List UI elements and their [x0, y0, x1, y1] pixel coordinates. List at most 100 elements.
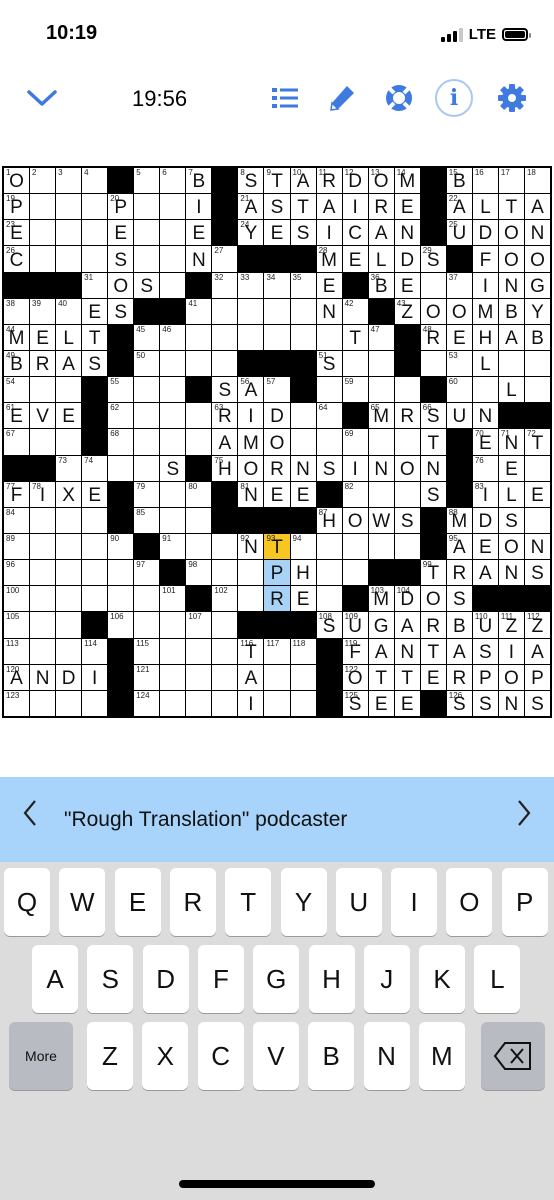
grid-cell[interactable]: 69 — [342, 429, 368, 455]
grid-cell[interactable]: S — [108, 298, 134, 324]
pencil-button[interactable] — [322, 78, 362, 118]
grid-cell[interactable] — [30, 586, 56, 612]
grid-cell[interactable] — [160, 612, 186, 638]
grid-cell[interactable]: S — [394, 507, 420, 533]
grid-cell[interactable] — [108, 455, 134, 481]
grid-cell[interactable] — [186, 350, 212, 377]
grid-cell[interactable]: S — [446, 586, 472, 612]
grid-cell[interactable]: 113 — [4, 638, 30, 664]
grid-cell[interactable]: 62 — [108, 403, 134, 429]
grid-cell[interactable] — [524, 377, 550, 403]
grid-cell[interactable]: R — [30, 350, 56, 377]
grid-cell[interactable] — [160, 272, 186, 298]
key-k[interactable]: K — [419, 945, 466, 1013]
grid-cell[interactable] — [342, 350, 368, 377]
grid-cell[interactable] — [290, 324, 316, 350]
grid-cell[interactable]: S — [472, 690, 498, 716]
grid-cell[interactable] — [82, 690, 108, 716]
grid-cell[interactable]: D — [472, 220, 498, 246]
grid-cell[interactable] — [56, 612, 82, 638]
grid-cell[interactable]: 79 — [134, 481, 160, 507]
grid-cell[interactable]: O — [342, 507, 368, 533]
grid-cell[interactable] — [82, 533, 108, 560]
grid-cell[interactable] — [56, 560, 82, 586]
grid-cell[interactable]: 45 — [134, 324, 160, 350]
key-i[interactable]: I — [391, 868, 438, 936]
grid-cell[interactable]: 64 — [316, 403, 342, 429]
grid-cell[interactable] — [212, 560, 238, 586]
grid-cell[interactable]: H — [290, 560, 316, 586]
grid-cell[interactable] — [30, 246, 56, 272]
grid-cell[interactable] — [238, 560, 264, 586]
grid-cell[interactable]: O — [420, 586, 446, 612]
grid-cell[interactable] — [160, 429, 186, 455]
grid-cell[interactable]: 75 H — [212, 455, 238, 481]
backspace-key[interactable] — [481, 1022, 545, 1090]
grid-cell[interactable]: 90 — [108, 533, 134, 560]
grid-cell[interactable]: S — [472, 638, 498, 664]
grid-cell[interactable]: 40 — [56, 298, 82, 324]
grid-cell[interactable] — [30, 377, 56, 403]
grid-cell[interactable]: 42 — [342, 298, 368, 324]
grid-cell[interactable]: 5 — [134, 168, 160, 194]
grid-cell[interactable] — [212, 664, 238, 690]
grid-cell[interactable] — [316, 560, 342, 586]
grid-cell[interactable]: A — [524, 194, 550, 220]
key-a[interactable]: A — [32, 945, 78, 1013]
grid-cell[interactable]: I — [238, 403, 264, 429]
grid-cell[interactable]: E — [342, 246, 368, 272]
grid-cell[interactable] — [160, 664, 186, 690]
key-l[interactable]: L — [474, 945, 521, 1013]
grid-cell[interactable]: E — [82, 481, 108, 507]
grid-cell[interactable]: 48 R — [420, 324, 446, 350]
grid-cell[interactable]: E — [56, 403, 82, 429]
grid-cell[interactable] — [212, 298, 238, 324]
grid-cell[interactable]: D — [472, 507, 498, 533]
grid-cell[interactable] — [160, 507, 186, 533]
grid-cell[interactable] — [212, 690, 238, 716]
grid-cell[interactable]: 7B — [186, 168, 212, 194]
grid-cell[interactable]: 65 M — [368, 403, 394, 429]
grid-cell[interactable] — [108, 586, 134, 612]
grid-cell[interactable]: N — [472, 403, 498, 429]
clue-list-button[interactable] — [265, 78, 305, 118]
grid-cell[interactable]: I — [238, 690, 264, 716]
grid-cell[interactable]: A — [446, 638, 472, 664]
grid-cell[interactable]: 112 Z — [524, 612, 550, 638]
grid-cell[interactable]: 97 — [134, 560, 160, 586]
grid-cell[interactable]: 67 — [4, 429, 30, 455]
grid-cell[interactable] — [342, 533, 368, 560]
key-g[interactable]: G — [253, 945, 300, 1013]
grid-cell[interactable]: E — [472, 533, 498, 560]
grid-cell[interactable]: 123 — [4, 690, 30, 716]
grid-cell[interactable]: 106 — [108, 612, 134, 638]
grid-cell[interactable]: S — [290, 220, 316, 246]
grid-cell[interactable] — [186, 429, 212, 455]
grid-cell[interactable]: 82 — [342, 481, 368, 507]
grid-cell[interactable]: N — [368, 455, 394, 481]
key-y[interactable]: Y — [280, 868, 327, 936]
grid-cell[interactable]: S — [108, 246, 134, 272]
grid-cell[interactable]: 73 — [56, 455, 82, 481]
grid-cell[interactable] — [212, 638, 238, 664]
grid-cell[interactable]: 9T — [264, 168, 290, 194]
grid-cell[interactable] — [394, 533, 420, 560]
grid-cell[interactable]: 37 — [446, 272, 472, 298]
key-h[interactable]: H — [308, 945, 355, 1013]
grid-cell[interactable]: S — [160, 455, 186, 481]
grid-cell[interactable]: A — [498, 324, 524, 350]
grid-cell[interactable] — [30, 429, 56, 455]
grid-cell[interactable]: O — [420, 298, 446, 324]
grid-cell[interactable]: 39 — [30, 298, 56, 324]
grid-cell[interactable]: S — [524, 690, 550, 716]
grid-cell[interactable] — [160, 638, 186, 664]
grid-cell[interactable] — [238, 298, 264, 324]
grid-cell[interactable]: L — [498, 377, 524, 403]
grid-cell[interactable] — [134, 612, 160, 638]
grid-cell[interactable]: 33 — [238, 272, 264, 298]
grid-cell[interactable]: N — [420, 455, 446, 481]
grid-cell[interactable] — [316, 586, 342, 612]
grid-cell[interactable] — [212, 324, 238, 350]
grid-cell[interactable] — [160, 403, 186, 429]
grid-cell[interactable]: 84 — [4, 507, 30, 533]
